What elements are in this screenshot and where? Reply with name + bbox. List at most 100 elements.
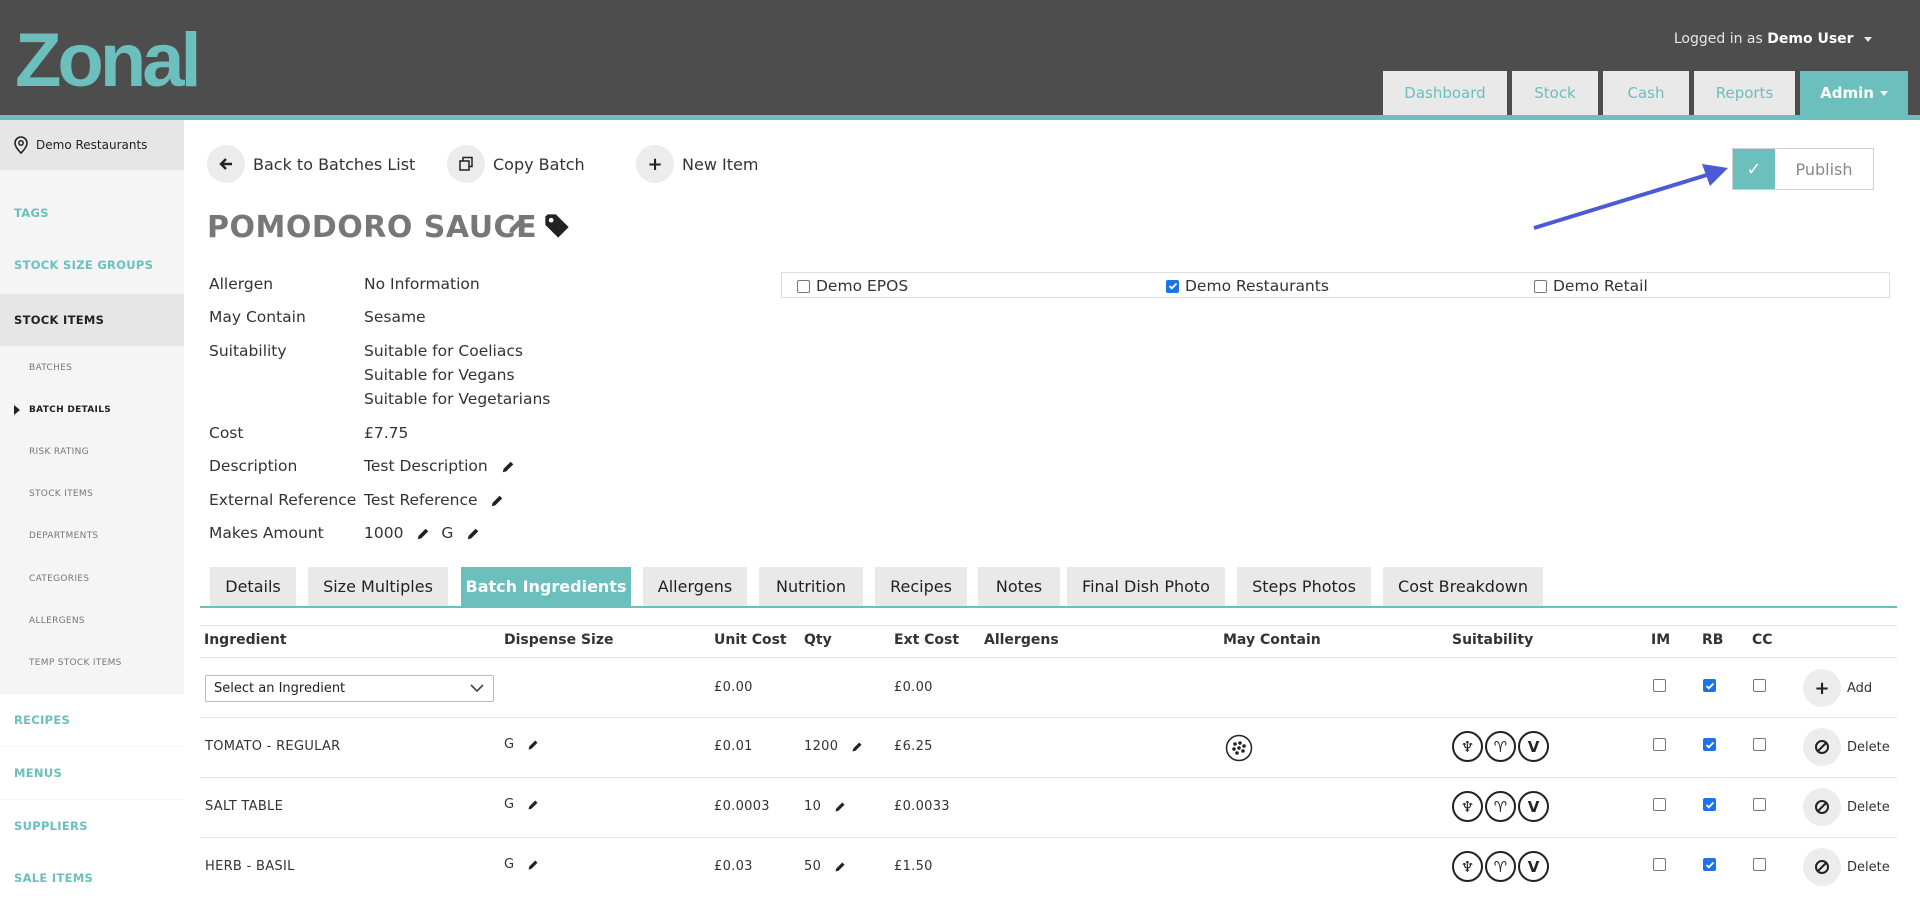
row1-suitability: ♆ ♈ V xyxy=(1452,731,1551,762)
page-title: POMODORO SAUCE xyxy=(207,210,538,245)
rb-checkbox[interactable] xyxy=(1703,738,1716,751)
sidebar-sub-temp-stock-items[interactable]: TEMP STOCK ITEMS xyxy=(29,658,122,668)
delete-button[interactable]: Delete xyxy=(1803,848,1890,886)
copy-batch-button[interactable]: Copy Batch xyxy=(447,144,585,184)
tab-size-multiples[interactable]: Size Multiples xyxy=(308,567,448,606)
col-dispense-size: Dispense Size xyxy=(504,632,614,648)
sidebar-item-sale-items[interactable]: SALE ITEMS xyxy=(0,852,184,904)
makes-amount-value: 1000 xyxy=(364,524,404,542)
sidebar-item-suppliers[interactable]: SUPPLIERS xyxy=(0,800,184,852)
sidebar-item-tags[interactable]: TAGS xyxy=(0,202,184,224)
vegan-icon: ♈ xyxy=(1485,791,1516,822)
tab-notes[interactable]: Notes xyxy=(978,567,1060,606)
logged-in-menu[interactable]: Logged in as Demo User xyxy=(1674,31,1872,47)
checkbox-checked[interactable] xyxy=(1166,279,1179,293)
im-checkbox[interactable] xyxy=(1653,798,1666,811)
external-reference-value: Test Reference xyxy=(364,491,478,509)
nav-cash[interactable]: Cash xyxy=(1603,71,1689,115)
sidebar-sub-batches[interactable]: BATCHES xyxy=(29,363,72,373)
may-contain-label: May Contain xyxy=(209,308,306,326)
rb-checkbox[interactable] xyxy=(1703,679,1716,692)
tab-batch-ingredients[interactable]: Batch Ingredients xyxy=(461,567,631,606)
row2-qty-value: 10 xyxy=(804,799,822,814)
sidebar-sub-stock-items[interactable]: STOCK ITEMS xyxy=(29,489,93,499)
makes-unit-value: G xyxy=(441,524,454,542)
delete-button[interactable]: Delete xyxy=(1803,728,1890,766)
pencil-icon[interactable] xyxy=(527,739,539,751)
sidebar-sub-risk-rating[interactable]: RISK RATING xyxy=(29,447,89,457)
sidebar-sub-batch-details[interactable]: BATCH DETAILS xyxy=(29,405,111,415)
pencil-icon[interactable] xyxy=(527,859,539,871)
site-demo-retail[interactable]: Demo Retail xyxy=(1534,277,1648,295)
new-item-button[interactable]: + New Item xyxy=(636,144,758,184)
cc-checkbox[interactable] xyxy=(1753,679,1766,692)
row3-dispense: G xyxy=(504,857,539,872)
im-checkbox[interactable] xyxy=(1653,858,1666,871)
vegan-icon: ♈ xyxy=(1485,731,1516,762)
delete-button[interactable]: Delete xyxy=(1803,788,1890,826)
site-demo-restaurants[interactable]: Demo Restaurants xyxy=(1166,277,1329,295)
pencil-icon[interactable] xyxy=(466,527,480,541)
im-checkbox[interactable] xyxy=(1653,738,1666,751)
row3-ext-cost: £1.50 xyxy=(894,859,933,874)
tab-cost-breakdown[interactable]: Cost Breakdown xyxy=(1383,567,1543,606)
checkbox[interactable] xyxy=(797,279,810,293)
nav-stock[interactable]: Stock xyxy=(1512,71,1598,115)
nav-admin[interactable]: Admin xyxy=(1800,71,1908,115)
sidebar-item-stock-items[interactable]: STOCK ITEMS xyxy=(0,294,184,346)
nav-dashboard[interactable]: Dashboard xyxy=(1383,71,1507,115)
pencil-icon[interactable] xyxy=(507,217,525,235)
delete-label: Delete xyxy=(1847,799,1890,815)
tab-recipes[interactable]: Recipes xyxy=(875,567,967,606)
row2-ingredient: SALT TABLE xyxy=(205,799,284,814)
sidebar-item-menus[interactable]: MENUS xyxy=(0,747,184,799)
pencil-icon[interactable] xyxy=(834,861,846,873)
sidebar-item-stock-size-groups[interactable]: STOCK SIZE GROUPS xyxy=(0,254,184,276)
rb-checkbox[interactable] xyxy=(1703,798,1716,811)
coeliac-icon: ♆ xyxy=(1452,851,1483,882)
cc-checkbox[interactable] xyxy=(1753,798,1766,811)
cc-checkbox[interactable] xyxy=(1753,738,1766,751)
add-ingredient-button[interactable]: + Add xyxy=(1803,669,1872,707)
makes-amount-label: Makes Amount xyxy=(209,524,324,542)
pencil-icon[interactable] xyxy=(490,494,504,508)
nav-admin-label: Admin xyxy=(1820,84,1874,102)
plus-icon: + xyxy=(1803,669,1841,707)
pencil-icon[interactable] xyxy=(527,799,539,811)
top-header: Zonal Logged in as Demo User Dashboard S… xyxy=(0,0,1920,115)
cc-checkbox[interactable] xyxy=(1753,858,1766,871)
suitability-value-2: Suitable for Vegans xyxy=(364,366,515,384)
pencil-icon[interactable] xyxy=(834,801,846,813)
tab-details[interactable]: Details xyxy=(210,567,296,606)
tab-allergens[interactable]: Allergens xyxy=(643,567,747,606)
tab-steps-photos[interactable]: Steps Photos xyxy=(1237,567,1371,606)
pencil-icon[interactable] xyxy=(416,527,430,541)
row3-dispense-value: G xyxy=(504,857,515,872)
sidebar-sub-categories[interactable]: CATEGORIES xyxy=(29,574,89,584)
row1-ext-cost: £6.25 xyxy=(894,739,933,754)
rb-checkbox[interactable] xyxy=(1703,858,1716,871)
nav-reports[interactable]: Reports xyxy=(1694,71,1795,115)
ingredient-select[interactable]: Select an Ingredient xyxy=(205,675,494,702)
im-checkbox[interactable] xyxy=(1653,679,1666,692)
tab-final-dish-photo[interactable]: Final Dish Photo xyxy=(1067,567,1225,606)
col-cc: CC xyxy=(1752,632,1773,648)
sidebar-sub-allergens[interactable]: ALLERGENS xyxy=(29,616,85,626)
publish-button[interactable]: ✓ Publish xyxy=(1732,148,1874,190)
zonal-logo[interactable]: Zonal xyxy=(15,22,225,92)
checkbox[interactable] xyxy=(1534,279,1547,293)
delete-label: Delete xyxy=(1847,739,1890,755)
site-demo-epos[interactable]: Demo EPOS xyxy=(797,277,908,295)
tab-nutrition[interactable]: Nutrition xyxy=(759,567,863,606)
back-to-batches-button[interactable]: Back to Batches List xyxy=(207,144,415,184)
sidebar-sub-departments[interactable]: DEPARTMENTS xyxy=(29,531,98,541)
add-label: Add xyxy=(1847,680,1873,696)
pencil-icon[interactable] xyxy=(501,460,515,474)
sidebar-item-recipes[interactable]: RECIPES xyxy=(0,694,184,746)
new-item-label: New Item xyxy=(682,154,759,174)
location-selector[interactable]: Demo Restaurants xyxy=(0,120,184,170)
tag-icon[interactable] xyxy=(543,212,571,240)
row1-dispense-value: G xyxy=(504,737,515,752)
ban-icon xyxy=(1803,848,1841,886)
pencil-icon[interactable] xyxy=(851,741,863,753)
